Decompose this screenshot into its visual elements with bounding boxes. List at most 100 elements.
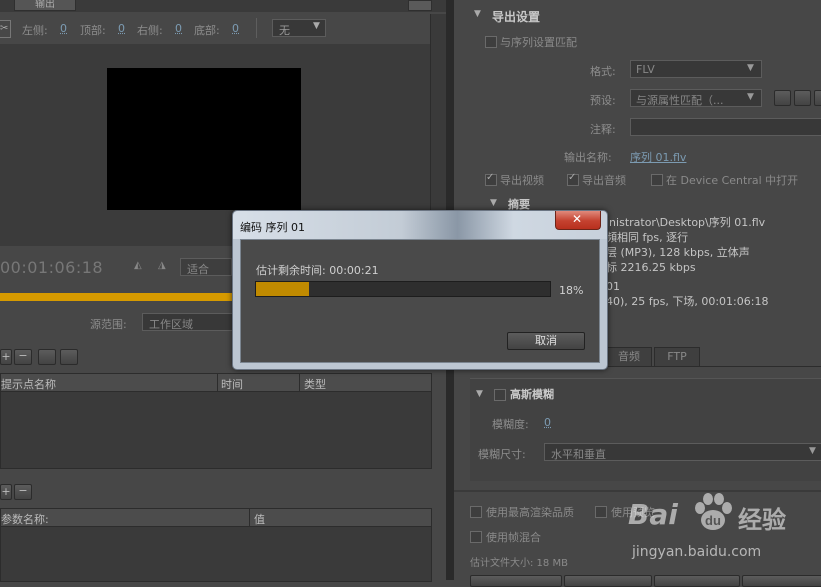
- max-render-quality-checkbox[interactable]: [470, 506, 482, 518]
- format-label: 格式:: [590, 65, 616, 78]
- close-button[interactable]: ✕: [555, 211, 601, 230]
- remove-param-button[interactable]: −: [14, 484, 32, 500]
- comment-label: 注释:: [590, 123, 616, 136]
- collapse-triangle-icon[interactable]: ▼: [490, 198, 497, 208]
- match-sequence-checkbox[interactable]: [485, 36, 497, 48]
- svg-text:du: du: [705, 513, 721, 528]
- use-preview-checkbox[interactable]: [595, 506, 607, 518]
- export-audio-checkbox[interactable]: [567, 172, 579, 186]
- estimated-file-size: 估计文件大小: 18 MB: [470, 558, 568, 569]
- collapse-triangle-icon[interactable]: ▼: [474, 9, 481, 19]
- device-central-label: 在 Device Central 中打开: [666, 174, 799, 187]
- mark-out-icon[interactable]: ◮: [158, 260, 166, 271]
- summary-line-output: inistrator\Desktop\序列 01.flv: [606, 216, 766, 229]
- progress-fill: [256, 282, 309, 296]
- crop-right-value[interactable]: 0: [175, 22, 182, 35]
- crop-left-value[interactable]: 0: [60, 22, 67, 35]
- cancel-button[interactable]: 取消: [507, 332, 585, 350]
- preset-value: 与源属性匹配（...: [636, 94, 724, 107]
- summary-line-video: 頻相同 fps, 逐行: [606, 231, 689, 244]
- blur-dimensions-dropdown[interactable]: 水平和垂直 ▼: [544, 443, 821, 461]
- watermark-brand: Bai: [628, 498, 678, 531]
- baidu-watermark: Bai du 经验 jingyan.baidu.com: [628, 488, 818, 572]
- col-cue-type[interactable]: 类型: [304, 376, 326, 392]
- progress-bar: [255, 281, 551, 297]
- crop-icon[interactable]: ✂: [0, 20, 11, 38]
- export-video-label: 导出视频: [500, 174, 544, 187]
- preset-dropdown[interactable]: 与源属性匹配（... ▼: [630, 89, 762, 107]
- col-param-name[interactable]: 参数名称:: [1, 511, 49, 527]
- source-range-dropdown[interactable]: 工作区域: [142, 313, 236, 331]
- blur-dimensions-label: 模糊尺寸:: [478, 448, 526, 461]
- export-settings-title: 导出设置: [492, 10, 541, 24]
- format-value: FLV: [636, 63, 655, 76]
- encoding-dialog: 编码 序列 01 ✕ 估计剩余时间: 00:00:21 18% 取消: [232, 210, 608, 370]
- dialog-body: 估计剩余时间: 00:00:21 18% 取消: [240, 239, 600, 363]
- save-preset-icon[interactable]: [774, 90, 791, 106]
- dialog-title: 编码 序列 01: [240, 221, 305, 234]
- delete-preset-icon[interactable]: [814, 90, 821, 106]
- col-cue-time[interactable]: 时间: [221, 376, 243, 392]
- timeline-bar[interactable]: [0, 293, 236, 301]
- scale-dropdown[interactable]: 无 ▼: [272, 19, 326, 37]
- cue-point-table: 提示点名称 时间 类型: [0, 373, 432, 469]
- gaussian-blur-title: 高斯模糊: [510, 388, 554, 401]
- scale-dropdown-value: 无: [279, 24, 290, 37]
- dialog-titlebar[interactable]: 编码 序列 01 ✕: [233, 211, 607, 239]
- panel-menu-icon[interactable]: [408, 0, 432, 11]
- col-cue-name[interactable]: 提示点名称: [1, 376, 56, 392]
- crop-top-label: 顶部:: [80, 24, 106, 37]
- comment-input[interactable]: [630, 118, 821, 136]
- save-icon[interactable]: [60, 349, 78, 365]
- frame-blending-checkbox[interactable]: [470, 531, 482, 543]
- cancel-export-button[interactable]: [742, 575, 821, 587]
- paw-icon: du: [692, 492, 734, 532]
- format-dropdown[interactable]: FLV ▼: [630, 60, 762, 78]
- source-range-label: 源范围:: [90, 318, 127, 331]
- chevron-down-icon: ▼: [809, 446, 816, 456]
- cue-table-header: 提示点名称 时间 类型: [1, 374, 431, 392]
- tab-output[interactable]: 输出: [14, 0, 76, 11]
- max-render-quality-label: 使用最高渲染品质: [486, 506, 574, 519]
- summary-text: inistrator\Desktop\序列 01.flv 頻相同 fps, 逐行…: [606, 215, 821, 309]
- chevron-down-icon: ▼: [747, 63, 754, 73]
- param-table-header: 参数名称: 值: [1, 509, 431, 527]
- export-video-checkbox[interactable]: [485, 172, 497, 186]
- device-central-checkbox[interactable]: [651, 174, 663, 186]
- tab-ftp[interactable]: FTP: [654, 347, 700, 367]
- timecode[interactable]: 00:01:06:18: [0, 258, 103, 277]
- match-sequence-label: 与序列设置匹配: [500, 36, 577, 49]
- import-preset-icon[interactable]: [794, 90, 811, 106]
- crop-divider: [256, 18, 257, 38]
- gaussian-blur-checkbox[interactable]: [494, 389, 506, 401]
- metadata-button[interactable]: [470, 575, 562, 587]
- video-preview: [107, 68, 301, 210]
- summary-line-bitrate: 标 2216.25 kbps: [606, 261, 696, 274]
- remove-cue-button[interactable]: −: [14, 349, 32, 365]
- crop-bottom-value[interactable]: 0: [232, 22, 239, 35]
- folder-icon[interactable]: [38, 349, 56, 365]
- frame-blending-label: 使用帧混合: [486, 531, 541, 544]
- close-icon: ✕: [572, 212, 583, 226]
- blurriness-value[interactable]: 0: [544, 416, 551, 429]
- fit-dropdown[interactable]: 适合: [180, 258, 232, 276]
- collapse-triangle-icon[interactable]: ▼: [476, 389, 483, 399]
- parameter-table: 参数名称: 值: [0, 508, 432, 582]
- chevron-down-icon: ▼: [313, 21, 320, 31]
- mark-in-icon[interactable]: ◭: [134, 260, 142, 271]
- queue-button[interactable]: [564, 575, 652, 587]
- blur-dimensions-value: 水平和垂直: [551, 448, 606, 461]
- tab-audio[interactable]: 音频: [606, 347, 652, 367]
- export-button[interactable]: [654, 575, 740, 587]
- crop-right-label: 右侧:: [137, 24, 163, 37]
- summary-line-audio: 层 (MP3), 128 kbps, 立体声: [606, 246, 750, 259]
- export-audio-label: 导出音频: [582, 174, 626, 187]
- watermark-url: jingyan.baidu.com: [632, 544, 762, 560]
- col-param-value[interactable]: 值: [254, 511, 265, 527]
- add-cue-button[interactable]: +: [0, 349, 12, 365]
- preset-label: 预设:: [590, 94, 616, 107]
- watermark-brand-cn: 经验: [738, 506, 786, 534]
- add-param-button[interactable]: +: [0, 484, 12, 500]
- crop-top-value[interactable]: 0: [118, 22, 125, 35]
- output-name-link[interactable]: 序列 01.flv: [630, 149, 686, 165]
